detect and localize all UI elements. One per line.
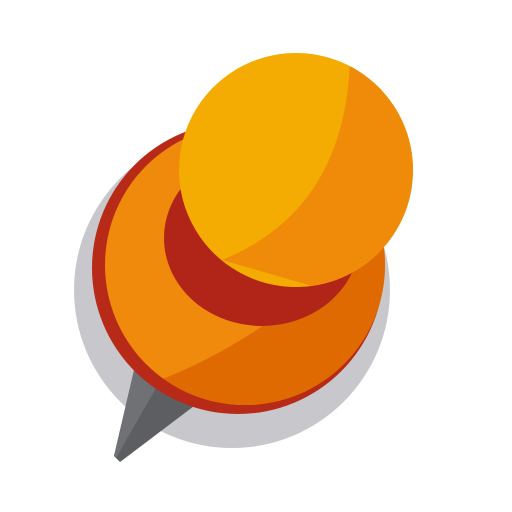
pushpin-icon xyxy=(74,53,413,462)
